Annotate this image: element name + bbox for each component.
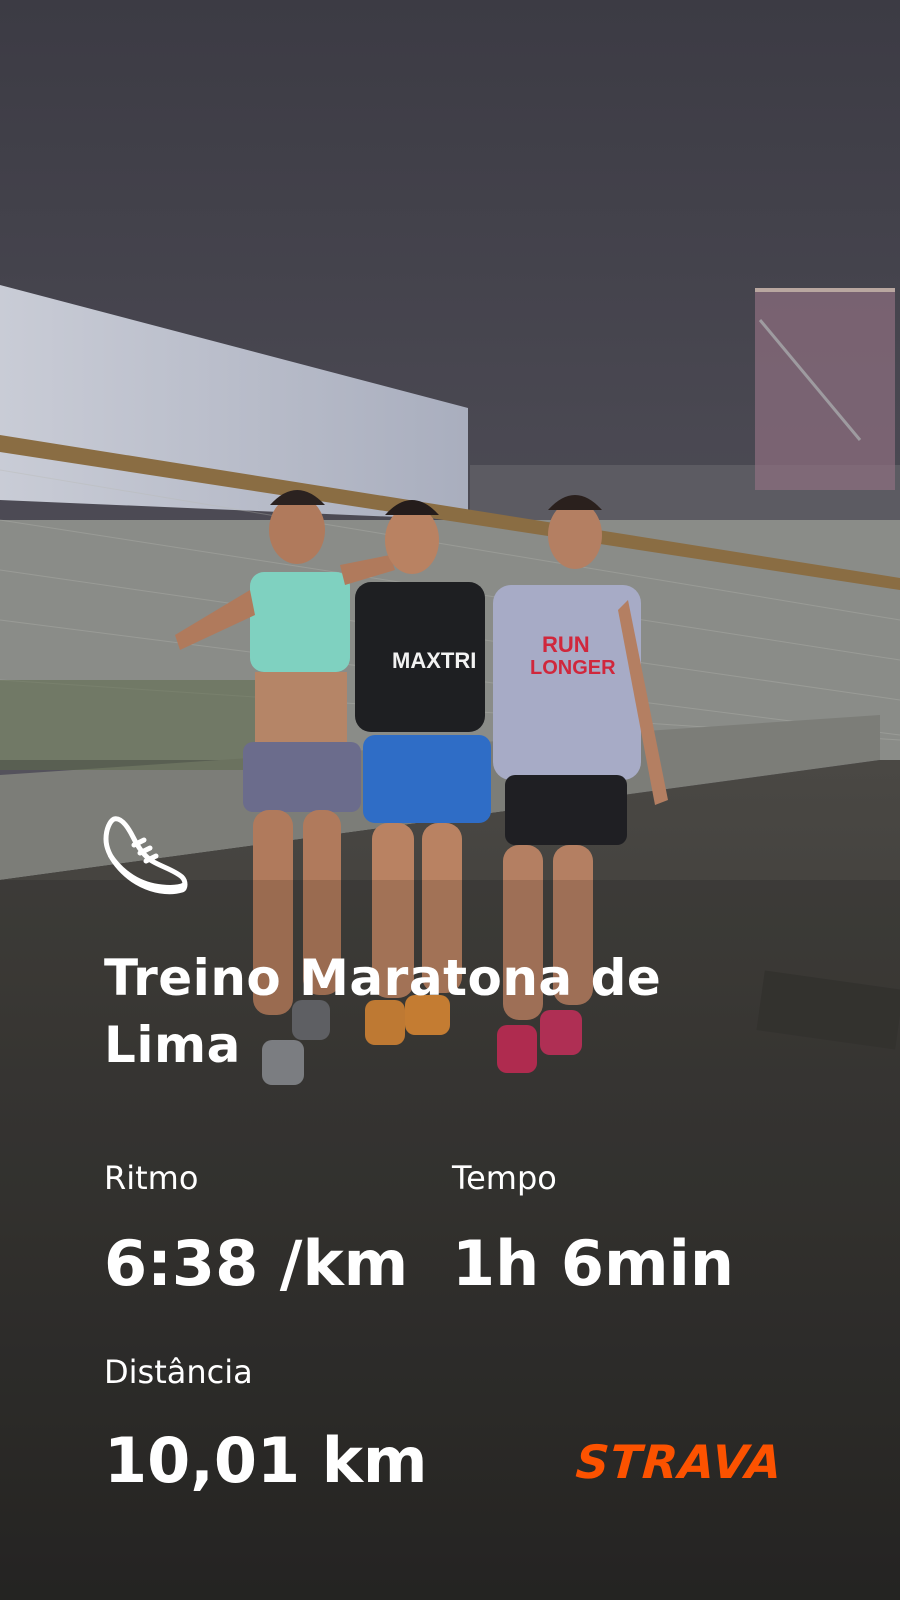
strava-logo: STRAVA bbox=[574, 1435, 785, 1489]
share-story-card: MAXTRI RUN LONGER Treino Maratona de Lim… bbox=[0, 0, 900, 1600]
running-shoe-icon bbox=[103, 816, 188, 895]
distance-label: Distância bbox=[104, 1353, 253, 1391]
activity-overlay: Treino Maratona de Lima Ritmo 6:38 /km T… bbox=[0, 0, 900, 1600]
activity-title: Treino Maratona de Lima bbox=[104, 949, 662, 1074]
pace-label: Ritmo bbox=[104, 1159, 199, 1197]
pace-value: 6:38 /km bbox=[104, 1227, 409, 1300]
time-value: 1h 6min bbox=[452, 1227, 734, 1300]
distance-value: 10,01 km bbox=[104, 1424, 428, 1497]
time-label: Tempo bbox=[452, 1159, 557, 1197]
